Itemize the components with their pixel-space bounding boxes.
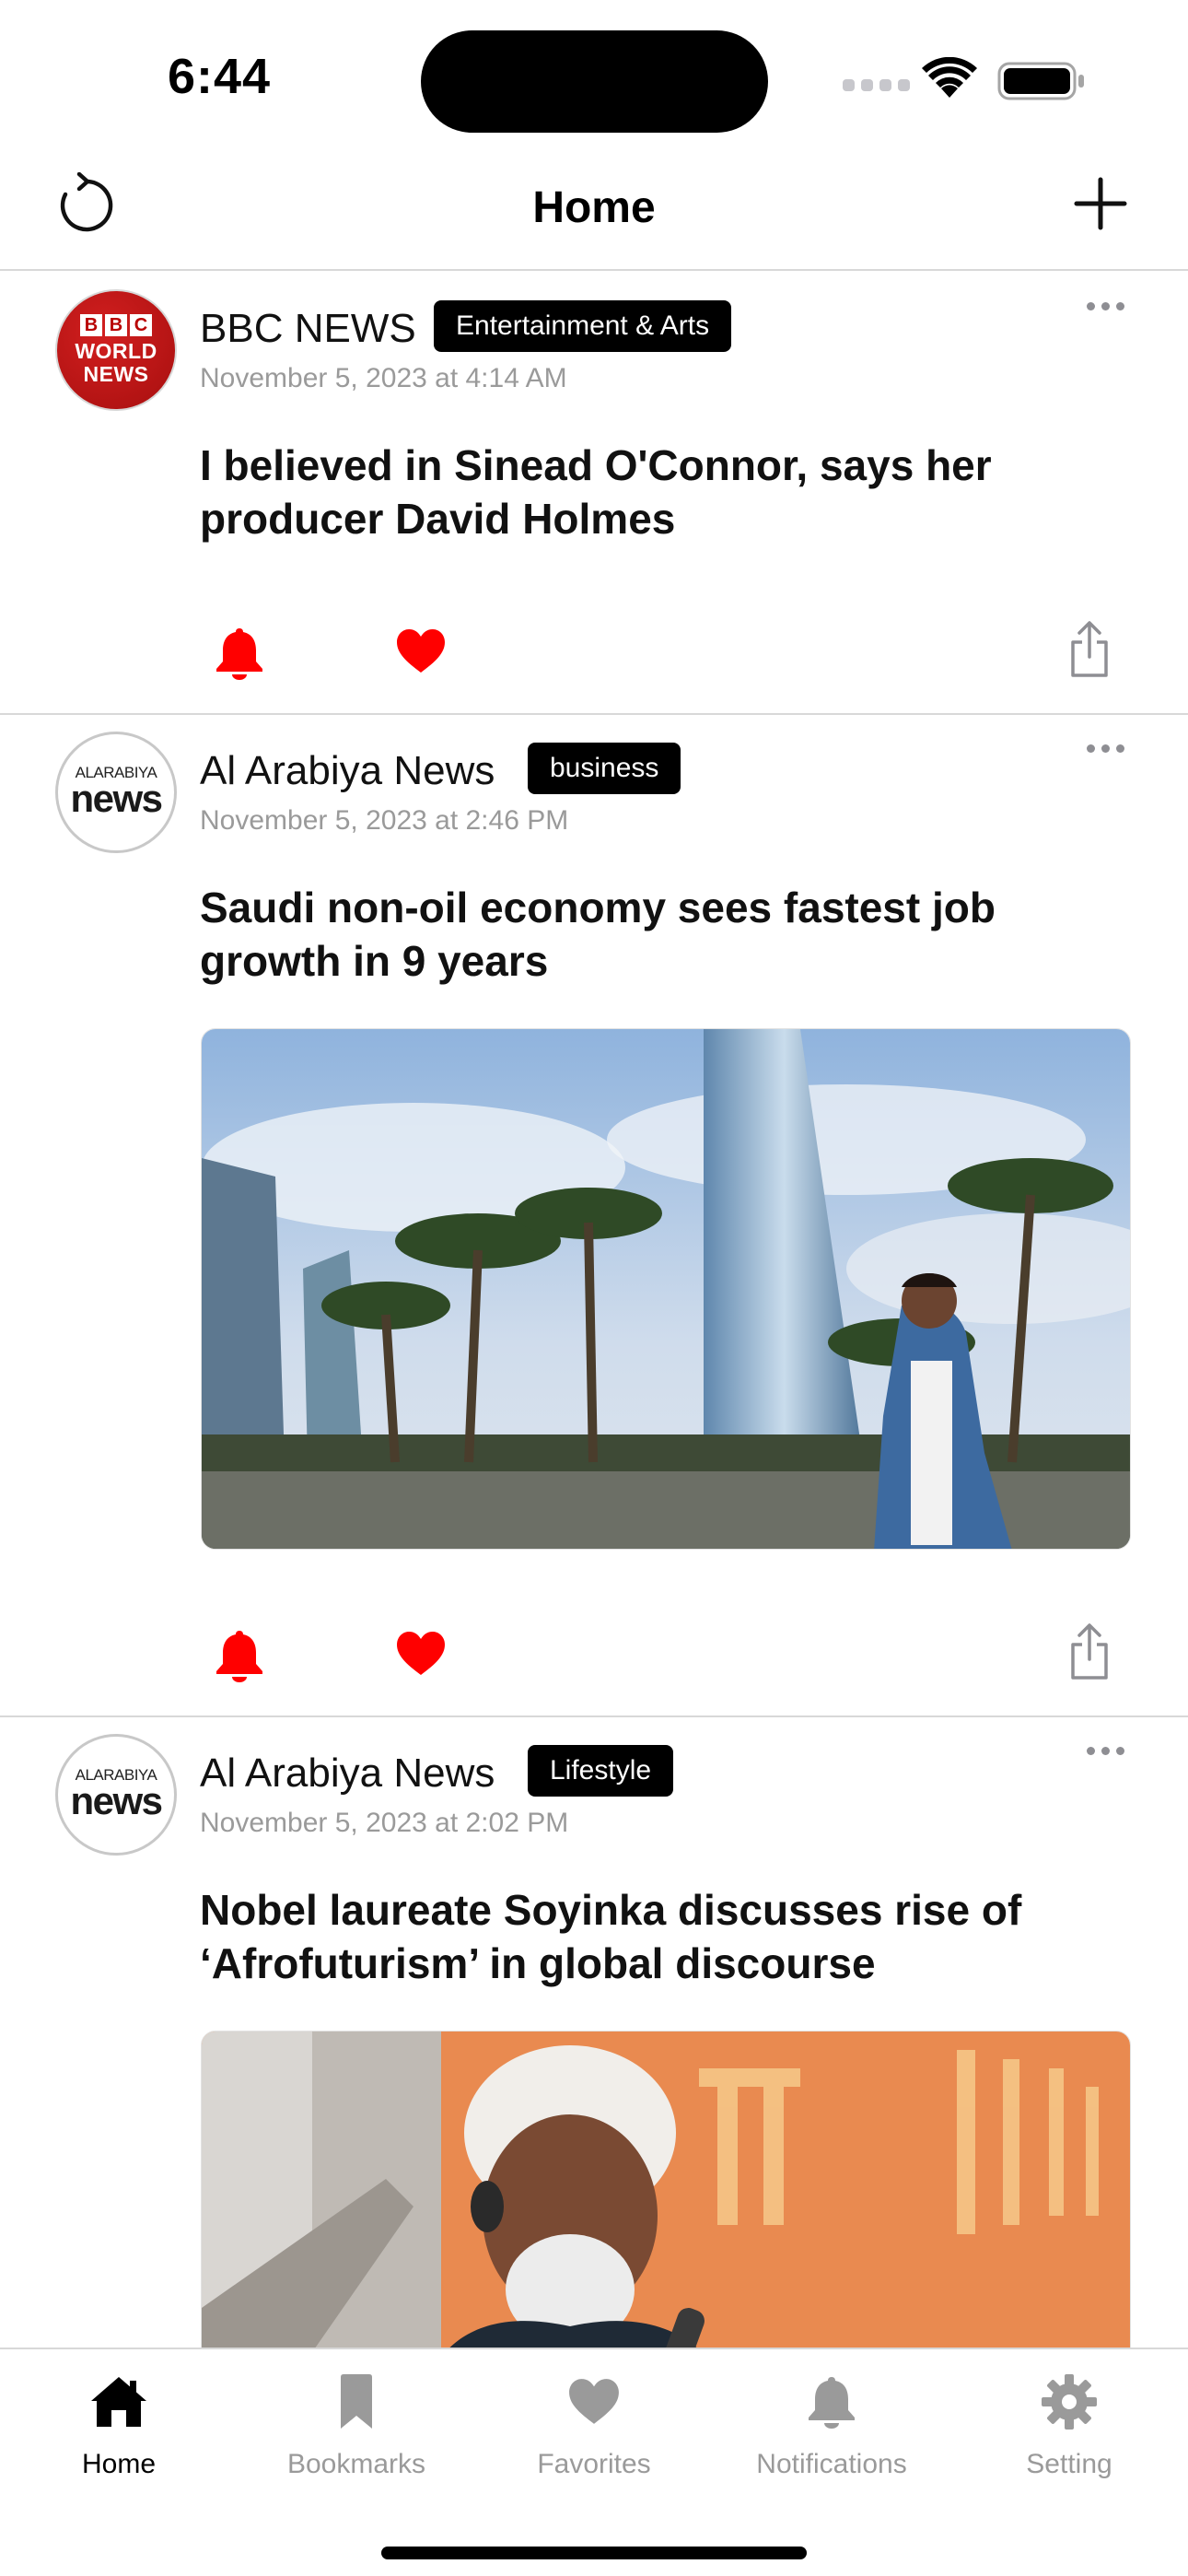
bell-icon — [216, 628, 262, 680]
article-image[interactable] — [201, 2031, 1131, 2348]
tab-notifications[interactable]: Notifications — [713, 2362, 950, 2491]
share-button[interactable] — [1057, 617, 1122, 682]
bell-icon — [216, 1631, 262, 1682]
category-badge: Lifestyle — [528, 1745, 674, 1797]
tab-bookmarks[interactable]: Bookmarks — [238, 2362, 475, 2491]
news-feed[interactable]: BBC WORLD NEWS BBC NEWS Entertainment & … — [0, 273, 1188, 2348]
source-name[interactable]: Al Arabiya News — [200, 1751, 495, 1797]
news-card[interactable]: ALARABIYA news Al Arabiya News Lifestyle… — [0, 1717, 1188, 2348]
cellular-signal-icon — [843, 79, 910, 91]
category-badge: business — [528, 743, 681, 794]
page-title: Home — [532, 183, 656, 232]
bell-icon — [809, 2377, 855, 2429]
share-icon — [1071, 1623, 1108, 1680]
home-indicator — [381, 2547, 807, 2559]
tab-setting[interactable]: Setting — [950, 2362, 1188, 2491]
favorite-button[interactable] — [389, 619, 453, 684]
more-options-button[interactable] — [1087, 295, 1136, 317]
dynamic-island — [421, 30, 768, 133]
source-name[interactable]: Al Arabiya News — [200, 748, 495, 794]
add-button[interactable] — [1068, 171, 1133, 236]
tab-bar: Home Bookmarks Favorites Notifications S… — [0, 2348, 1188, 2576]
notify-button[interactable] — [207, 621, 272, 685]
notify-button[interactable] — [207, 1623, 272, 1688]
favorite-button[interactable] — [389, 1622, 453, 1686]
battery-icon — [997, 62, 1084, 100]
plus-icon — [1074, 177, 1127, 230]
article-image[interactable] — [201, 1028, 1131, 1550]
headline[interactable]: Nobel laureate Soyinka discusses rise of… — [200, 1883, 1139, 1990]
status-bar: 6:44 — [0, 0, 1188, 147]
timestamp: November 5, 2023 at 2:02 PM — [200, 1808, 569, 1838]
share-button[interactable] — [1057, 1620, 1122, 1684]
news-card[interactable]: ALARABIYA news Al Arabiya News business … — [0, 715, 1188, 1717]
timestamp: November 5, 2023 at 2:46 PM — [200, 805, 569, 836]
source-name[interactable]: BBC NEWS — [200, 306, 416, 352]
heart-icon — [569, 2379, 619, 2424]
share-icon — [1071, 621, 1108, 677]
source-avatar: ALARABIYA news — [55, 1734, 177, 1856]
timestamp: November 5, 2023 at 4:14 AM — [200, 363, 567, 393]
source-avatar: BBC WORLD NEWS — [55, 289, 177, 411]
more-options-button[interactable] — [1087, 1739, 1136, 1762]
source-avatar: ALARABIYA news — [55, 732, 177, 853]
house-icon — [91, 2377, 146, 2427]
headline[interactable]: Saudi non-oil economy sees fastest job g… — [200, 881, 1139, 988]
wifi-icon — [922, 57, 977, 98]
bookmark-icon — [341, 2374, 372, 2429]
gear-icon — [1042, 2374, 1097, 2430]
tab-home[interactable]: Home — [0, 2362, 238, 2491]
headline[interactable]: I believed in Sinead O'Connor, says her … — [200, 439, 1139, 545]
heart-icon — [397, 1632, 445, 1675]
more-options-button[interactable] — [1087, 737, 1136, 759]
tab-favorites[interactable]: Favorites — [475, 2362, 713, 2491]
news-card[interactable]: BBC WORLD NEWS BBC NEWS Entertainment & … — [0, 273, 1188, 715]
category-badge: Entertainment & Arts — [434, 300, 732, 352]
status-time: 6:44 — [168, 49, 272, 104]
heart-icon — [397, 629, 445, 673]
navigation-bar: Home — [0, 147, 1188, 271]
app-screen: 6:44 Home B B C WORLD NEWS BBC NEWS Ente… — [0, 0, 1188, 2576]
